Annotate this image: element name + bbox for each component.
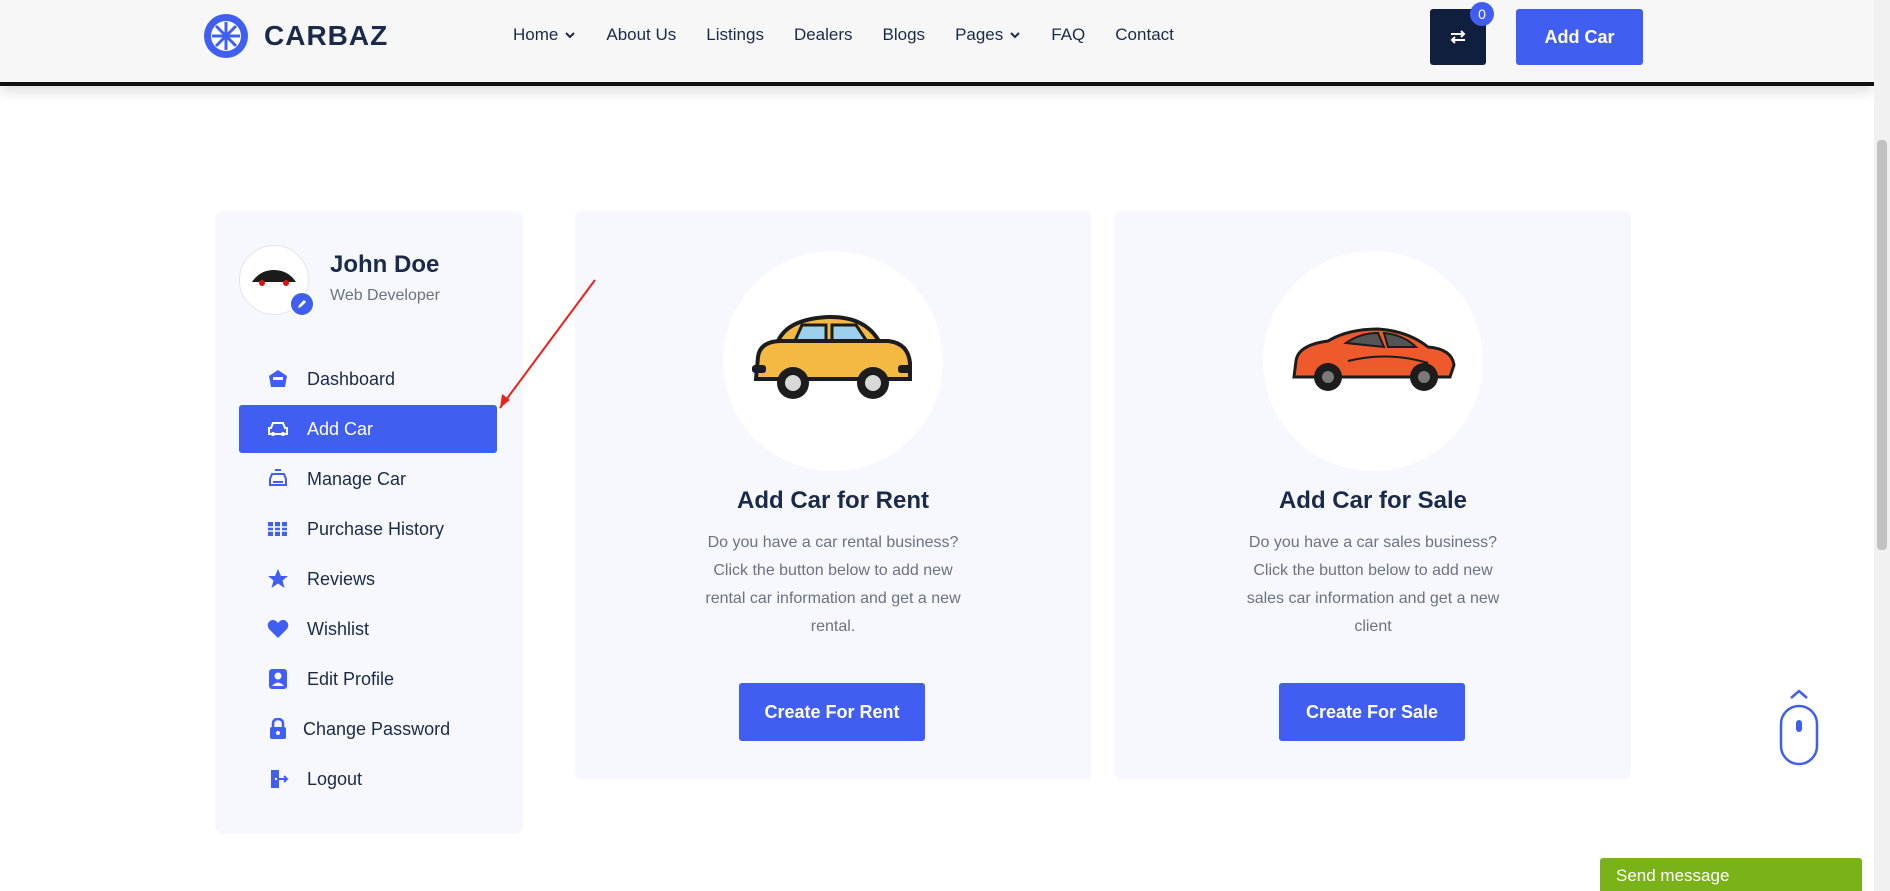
profile-icon [267, 668, 289, 690]
nav-pages[interactable]: Pages [955, 25, 1021, 45]
yellow-car-icon [752, 314, 912, 399]
nav-listings-label: Listings [706, 25, 764, 44]
rent-car-illustration [723, 251, 943, 471]
sidebar-item-logout[interactable]: Logout [239, 755, 497, 803]
nav-faq-label: FAQ [1051, 25, 1086, 44]
sidebar-item-add-car[interactable]: Add Car [239, 405, 497, 453]
heart-icon [267, 618, 289, 640]
scroll-to-top-button[interactable] [1778, 688, 1820, 768]
sidebar-item-label: Add Car [307, 418, 374, 439]
sidebar-item-label: Dashboard [307, 368, 396, 389]
sidebar-item-change-password[interactable]: Change Password [239, 705, 497, 753]
sidebar-item-label: Wishlist [307, 618, 369, 639]
profile-role: Web Developer [330, 287, 440, 304]
sidebar-item-label: Edit Profile [307, 668, 395, 689]
nav-home-label: Home [513, 25, 559, 44]
chevron-down-icon [1010, 32, 1020, 39]
sidebar-item-label: Purchase History [307, 518, 445, 539]
history-icon [267, 518, 289, 540]
nav-listings[interactable]: Listings [706, 25, 764, 45]
compare-count-badge: 0 [1470, 2, 1494, 26]
chevron-down-icon [565, 32, 576, 39]
sidebar-item-dashboard[interactable]: Dashboard [239, 355, 497, 403]
sidebar-item-edit-profile[interactable]: Edit Profile [239, 655, 497, 703]
sidebar-item-label: Change Password [303, 718, 451, 739]
sidebar-item-manage-car[interactable]: Manage Car [239, 455, 497, 503]
rent-card-title: Add Car for Rent [737, 487, 929, 514]
add-car-for-rent-card: Add Car for Rent Do you have a car renta… [575, 211, 1091, 779]
header-add-car-button[interactable]: Add Car [1516, 9, 1643, 65]
site-header: CARBAZ Home About Us Listings Dealers Bl… [0, 0, 1874, 86]
dashboard-sidebar: John Doe Web Developer Dashboard Add Car… [215, 211, 523, 834]
add-car-for-sale-card: Add Car for Sale Do you have a car sales… [1115, 211, 1631, 779]
sidebar-item-label: Manage Car [307, 468, 407, 489]
star-icon [267, 568, 289, 590]
sidebar-menu: Dashboard Add Car Manage Car Purchase Hi… [239, 355, 497, 805]
sale-card-title: Add Car for Sale [1278, 487, 1468, 514]
nav-home[interactable]: Home [513, 25, 576, 45]
lock-icon [267, 718, 289, 740]
brand-name: CARBAZ [264, 20, 389, 51]
sidebar-item-purchase-history[interactable]: Purchase History [239, 505, 497, 553]
compare-arrows-icon [1450, 30, 1466, 44]
rent-card-description: Do you have a car rental business? Click… [705, 534, 961, 635]
dashboard-icon [267, 368, 289, 390]
send-message-chat-button[interactable]: Send message [1600, 858, 1862, 891]
nav-blogs[interactable]: Blogs [883, 25, 926, 45]
page-scrollbar[interactable] [1874, 0, 1890, 891]
red-sports-car-icon [1292, 327, 1456, 391]
nav-contact-label: Contact [1115, 25, 1174, 44]
nav-dealers[interactable]: Dealers [794, 25, 853, 45]
nav-about-label: About Us [606, 25, 677, 44]
manage-car-icon [267, 468, 289, 490]
sidebar-item-label: Reviews [307, 568, 376, 589]
nav-faq[interactable]: FAQ [1051, 25, 1085, 45]
main-nav: Home About Us Listings Dealers Blogs Pag… [513, 25, 1204, 45]
sidebar-item-reviews[interactable]: Reviews [239, 555, 497, 603]
nav-about[interactable]: About Us [606, 25, 676, 45]
sale-car-illustration [1263, 251, 1483, 471]
profile-name: John Doe [330, 251, 440, 278]
scrollbar-thumb[interactable] [1877, 140, 1887, 550]
sidebar-item-label: Logout [307, 768, 363, 789]
wheel-logo-icon [204, 14, 248, 58]
nav-dealers-label: Dealers [793, 25, 853, 44]
brand-logo[interactable]: CARBAZ [202, 12, 388, 60]
edit-avatar-button[interactable] [289, 291, 315, 317]
create-for-sale-button[interactable]: Create For Sale [1279, 683, 1465, 741]
nav-blogs-label: Blogs [882, 25, 926, 44]
nav-contact[interactable]: Contact [1115, 25, 1174, 45]
logout-icon [267, 768, 289, 790]
nav-pages-label: Pages [955, 25, 1004, 44]
create-for-rent-button[interactable]: Create For Rent [739, 683, 925, 741]
car-icon [267, 418, 289, 440]
sale-card-description: Do you have a car sales business? Click … [1246, 534, 1500, 635]
pencil-icon [298, 300, 306, 308]
sidebar-item-wishlist[interactable]: Wishlist [239, 605, 497, 653]
